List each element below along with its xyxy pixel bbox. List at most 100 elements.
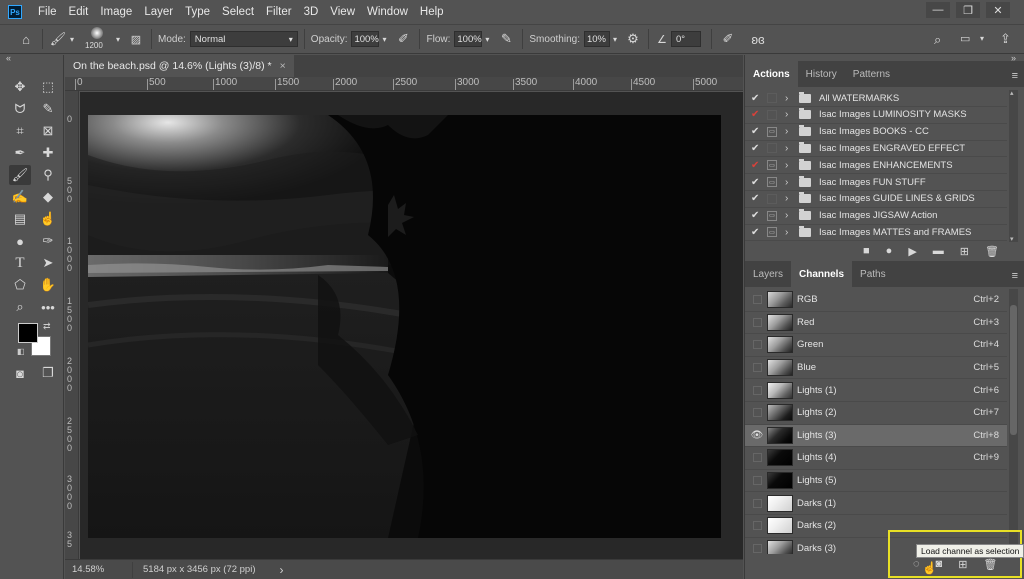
chevron-down-icon[interactable]: ▾ [379,35,389,44]
menu-filter[interactable]: Filter [260,6,298,18]
chevron-right-icon[interactable]: › [785,93,793,104]
dialog-toggle-icon[interactable]: ▭ [767,227,777,238]
action-set-row[interactable]: ✔ ▭ › Isac Images ENHANCEMENTS [745,157,1007,175]
visibility-toggle[interactable] [749,317,765,327]
channel-row[interactable]: Darks (1) [745,492,1007,515]
dialog-toggle-icon[interactable] [767,109,777,120]
type-tool-icon[interactable]: T [9,253,31,273]
chevron-down-icon[interactable]: ▾ [980,34,984,43]
healing-brush-tool-icon[interactable]: ✚ [37,143,59,163]
airbrush-icon[interactable]: ✎ [496,31,516,47]
chevron-right-icon[interactable]: › [785,109,793,120]
action-set-row[interactable]: ✔ ▭ › Isac Images MATTES and FRAMES [745,224,1007,242]
menu-window[interactable]: Window [361,6,414,18]
brush-tool-icon[interactable]: 🖌 [49,31,67,47]
trash-icon[interactable]: 🗑 [985,245,999,258]
opacity-field[interactable]: 100% [351,31,380,47]
eraser-tool-icon[interactable]: ◆ [37,187,59,207]
scroll-up-icon[interactable]: ▴ [1010,89,1014,97]
chevron-right-icon[interactable]: › [785,126,793,137]
chevron-right-icon[interactable]: › [785,227,793,238]
tab-layers[interactable]: Layers [745,261,791,287]
brush-preset-picker[interactable]: 1200 [83,25,113,53]
action-set-row[interactable]: ✔ › Isac Images GUIDE LINES & GRIDS [745,191,1007,208]
chevron-right-icon[interactable]: › [785,193,793,204]
visibility-toggle[interactable] [749,295,765,305]
menu-image[interactable]: Image [94,6,138,18]
gradient-tool-icon[interactable]: ▤ [9,209,31,229]
tab-history[interactable]: History [798,61,845,87]
close-button[interactable]: ✕ [986,2,1010,18]
history-brush-tool-icon[interactable]: ✍ [9,187,31,207]
eyedropper-tool-icon[interactable]: ✒ [9,143,31,163]
channel-row[interactable]: Red Ctrl+3 [745,312,1007,335]
screen-mode-icon[interactable]: ❐ [37,363,59,383]
panel-menu-icon[interactable]: ≡ [1012,70,1018,82]
tab-paths[interactable]: Paths [852,261,894,287]
document-tab[interactable]: On the beach.psd @ 14.6% (Lights (3)/8) … [65,55,294,77]
pressure-size-icon[interactable]: ✐ [718,31,738,47]
crop-tool-icon[interactable]: ⌗ [9,121,31,141]
chevron-right-icon[interactable]: › [785,143,793,154]
action-set-row[interactable]: ✔ › Isac Images ENGRAVED EFFECT [745,140,1007,158]
eye-icon[interactable]: 👁 [749,430,765,441]
dialog-toggle-icon[interactable]: ▭ [767,177,777,187]
visibility-toggle[interactable] [749,521,765,531]
quick-selection-tool-icon[interactable]: ✎ [37,99,59,119]
toggle-check-icon[interactable]: ✔ [751,177,761,188]
document-image[interactable] [88,115,721,538]
channel-row[interactable]: Lights (4) Ctrl+9 [745,447,1007,470]
chevron-right-icon[interactable]: › [785,177,793,188]
chevron-right-icon[interactable]: › [785,160,793,171]
action-set-row[interactable]: ✔ ▭ › Isac Images FUN STUFF [745,174,1007,191]
path-selection-tool-icon[interactable]: ➤ [37,253,59,273]
quick-mask-icon[interactable]: ◙ [9,363,31,383]
chevron-right-icon[interactable]: › [785,210,793,221]
menu-file[interactable]: File [32,6,63,18]
channels-scrollbar[interactable] [1009,289,1018,554]
menu-help[interactable]: Help [414,6,450,18]
smoothing-field[interactable]: 10% [583,31,610,47]
move-tool-icon[interactable]: ✥ [9,77,31,97]
dialog-toggle-icon[interactable]: ▭ [767,126,777,137]
tab-actions[interactable]: Actions [745,61,798,87]
stop-icon[interactable]: ■ [863,245,870,258]
lasso-tool-icon[interactable]: ᗢ [9,99,31,119]
menu-3d[interactable]: 3D [298,6,325,18]
frame-tool-icon[interactable]: ⊠ [37,121,59,141]
menu-layer[interactable]: Layer [138,6,179,18]
tab-patterns[interactable]: Patterns [845,61,898,87]
action-set-row[interactable]: ✔ › Isac Images LUMINOSITY MASKS [745,107,1007,124]
chevron-down-icon[interactable]: ▾ [67,35,77,44]
visibility-toggle[interactable] [749,340,765,350]
dodge-tool-icon[interactable]: ● [9,231,31,251]
clone-stamp-tool-icon[interactable]: ⚲ [37,165,59,185]
foreground-color-swatch[interactable] [18,323,38,343]
channel-row[interactable]: Green Ctrl+4 [745,334,1007,357]
visibility-toggle[interactable] [749,408,765,418]
share-icon[interactable]: ⇪ [1000,31,1011,47]
pen-tool-icon[interactable]: ✑ [37,231,59,251]
status-menu-arrow[interactable]: › [280,563,284,577]
new-action-icon[interactable]: ⊞ [960,245,969,258]
dialog-toggle-icon[interactable] [767,93,777,103]
close-icon[interactable]: × [280,60,286,72]
channel-row[interactable]: 👁 Lights (3) Ctrl+8 [745,424,1007,448]
more-tools-icon[interactable]: ••• [37,297,59,317]
dialog-toggle-icon[interactable] [767,193,777,204]
record-icon[interactable]: ● [886,245,893,258]
channel-row[interactable]: Blue Ctrl+5 [745,357,1007,380]
collapse-icon[interactable]: « [6,53,11,63]
shape-tool-icon[interactable]: ⬠ [9,275,31,295]
toggle-check-icon[interactable]: ✔ [751,126,761,137]
search-icon[interactable]: ⌕ [934,32,941,48]
visibility-toggle[interactable] [749,363,765,373]
menu-type[interactable]: Type [179,6,216,18]
dialog-toggle-icon[interactable]: ▭ [767,210,777,221]
angle-field[interactable]: 0° [670,31,701,47]
toggle-check-icon[interactable]: ✔ [751,210,761,221]
menu-edit[interactable]: Edit [63,6,95,18]
visibility-toggle[interactable] [749,453,765,463]
smudge-tool-icon[interactable]: ☝ [37,209,59,229]
marquee-tool-icon[interactable]: ⬚ [37,77,59,97]
